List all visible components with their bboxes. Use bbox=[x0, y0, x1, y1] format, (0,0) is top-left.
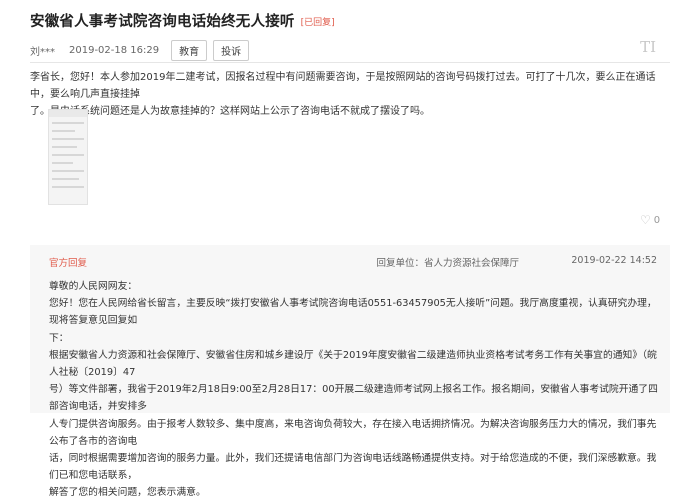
reply-line: 解答了您的相关问题，您表示满意。 bbox=[49, 487, 206, 499]
author-name[interactable]: 刘*** bbox=[30, 43, 55, 58]
post-date: 2019-02-18 16:29 bbox=[69, 44, 160, 56]
thumbnail-line bbox=[52, 186, 84, 188]
reply-line: 下： bbox=[49, 332, 69, 344]
reply-line: 您好！您在人民网给省长留言，主要反映“拨打安徽省人事考试院咨询电话0551-63… bbox=[49, 298, 657, 327]
reply-line: 号）等文件部署，我省于2019年2月18日9:00至2月28日17：00开展二级… bbox=[49, 384, 658, 413]
post-title: 安徽省人事考试院咨询电话始终无人接听 bbox=[30, 14, 295, 30]
reply-header: 官方回复 回复单位：省人力资源社会保障厅 2019-02-22 14:52 bbox=[49, 255, 657, 269]
thumbnail-line bbox=[52, 138, 84, 140]
attachment-thumbnail[interactable] bbox=[48, 109, 88, 205]
thumbnail-line bbox=[52, 170, 84, 172]
reply-unit: 回复单位：省人力资源社会保障厅 bbox=[376, 258, 519, 269]
like-count: 0 bbox=[653, 214, 661, 226]
post-body: 李省长，您好！本人参加2019年二建考试，因报名过程中有问题需要咨询，于是按照网… bbox=[30, 69, 670, 120]
thumbnail-header bbox=[49, 110, 87, 117]
reply-body: 尊敬的人民网网友： 您好！您在人民网给省长留言，主要反映“拨打安徽省人事考试院咨… bbox=[49, 278, 661, 502]
thumbnail-line bbox=[52, 178, 79, 180]
thumbnail-line bbox=[52, 146, 77, 148]
reply-label: 官方回复 bbox=[49, 258, 88, 269]
tag-complaint[interactable]: 投诉 bbox=[213, 39, 250, 61]
official-reply: 官方回复 回复单位：省人力资源社会保障厅 2019-02-22 14:52 尊敬… bbox=[30, 245, 670, 498]
reply-line: 人专门提供咨询服务。由于报考人数较多、集中度高，来电咨询负荷较大，存在接入电话拥… bbox=[49, 418, 657, 447]
reply-line: 话，同时根据需要增加咨询的服务力量。此外，我们还提请电信部门为咨询电话线路畅通提… bbox=[49, 453, 657, 482]
post-meta: 刘*** 2019-02-18 16:29 教育 投诉 TI bbox=[30, 38, 670, 61]
status-badge: [已回复] bbox=[300, 18, 335, 28]
divider bbox=[30, 62, 670, 63]
thumbnail-line bbox=[52, 130, 75, 132]
post-header: 安徽省人事考试院咨询电话始终无人接听 [已回复] bbox=[30, 10, 335, 31]
thumbnail-line bbox=[52, 122, 84, 124]
post-body-line: 李省长，您好！本人参加2019年二建考试，因报名过程中有问题需要咨询，于是按照网… bbox=[30, 72, 656, 100]
heart-icon: ♡ bbox=[640, 213, 651, 227]
post-body-line: 了。是电话系统问题还是人为故意挂掉的？这样网站上公示了咨询电话不就成了摆设了吗。 bbox=[30, 106, 430, 117]
reply-date: 2019-02-22 14:52 bbox=[571, 255, 657, 266]
thumbnail-line bbox=[52, 162, 73, 164]
thumbnail-line bbox=[52, 154, 84, 156]
tag-education[interactable]: 教育 bbox=[171, 39, 208, 61]
like-button[interactable]: ♡ 0 bbox=[640, 213, 660, 227]
reply-line: 根据安徽省人力资源和社会保障厅、安徽省住房和城乡建设厅《关于2019年度安徽省二… bbox=[49, 349, 657, 379]
font-size-toggle-icon[interactable]: TI bbox=[640, 38, 656, 56]
reply-greeting: 尊敬的人民网网友： bbox=[49, 281, 138, 292]
